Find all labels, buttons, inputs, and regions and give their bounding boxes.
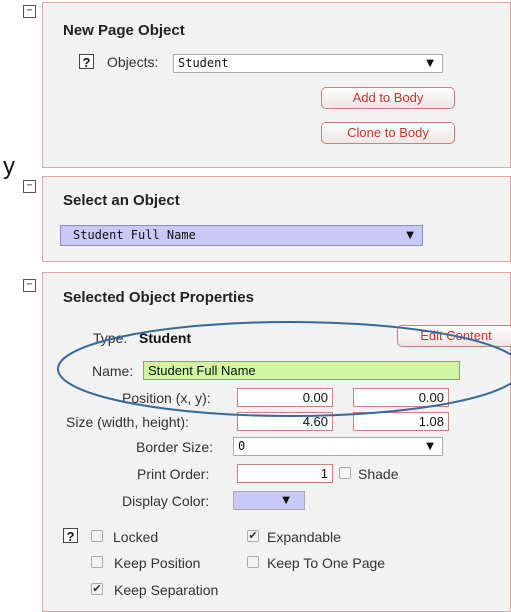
position-y-input[interactable]: 0.00 [353, 388, 449, 407]
border-size-value: 0 [238, 439, 246, 453]
print-order-label: Print Order: [137, 466, 210, 482]
keep-one-page-checkbox[interactable] [247, 556, 259, 568]
chevron-down-icon: ▼ [426, 58, 434, 69]
border-size-label: Border Size: [136, 439, 214, 455]
name-label: Name: [92, 363, 134, 379]
print-order-input[interactable]: 1 [237, 464, 333, 483]
new-page-object-panel: New Page Object ? Objects: Student ▼ Add… [42, 2, 511, 168]
properties-panel: Selected Object Properties Type: Student… [42, 272, 511, 612]
position-label: Position (x, y): [122, 390, 211, 406]
clone-to-body-button[interactable]: Clone to Body [321, 122, 455, 144]
help-icon[interactable]: ? [63, 528, 78, 544]
expandable-label: Expandable [267, 529, 341, 545]
display-color-select[interactable]: ▼ [233, 491, 305, 510]
panel-title: Select an Object [63, 192, 180, 209]
border-size-select[interactable]: 0 ▼ [233, 437, 443, 456]
collapse-new-page-object[interactable]: − [23, 5, 36, 18]
keep-separation-checkbox[interactable]: ✔ [91, 583, 103, 595]
locked-label: Locked [113, 529, 159, 545]
panel-title: New Page Object [63, 22, 185, 39]
collapse-select-object[interactable]: − [23, 180, 36, 193]
name-field[interactable]: Student Full Name [143, 361, 460, 380]
keep-position-label: Keep Position [114, 555, 201, 571]
object-select-value: Student Full Name [73, 228, 196, 242]
display-color-label: Display Color: [122, 493, 210, 509]
stray-text: y [3, 153, 15, 180]
chevron-down-icon: ▼ [406, 230, 414, 241]
objects-label: Objects: [107, 54, 159, 70]
help-icon[interactable]: ? [79, 54, 94, 70]
object-select[interactable]: Student Full Name ▼ [60, 225, 423, 246]
objects-select[interactable]: Student ▼ [173, 54, 443, 73]
keep-position-checkbox[interactable] [91, 556, 103, 568]
edit-content-button[interactable]: Edit Content [397, 325, 511, 347]
select-object-panel: Select an Object Student Full Name ▼ [42, 176, 511, 262]
shade-label: Shade [358, 466, 399, 482]
keep-separation-label: Keep Separation [114, 582, 219, 598]
shade-checkbox[interactable] [339, 467, 351, 479]
type-value: Student [139, 330, 192, 346]
keep-one-page-label: Keep To One Page [267, 555, 386, 571]
chevron-down-icon: ▼ [282, 495, 290, 506]
add-to-body-button[interactable]: Add to Body [321, 87, 455, 109]
collapse-properties[interactable]: − [23, 279, 36, 292]
height-input[interactable]: 1.08 [353, 412, 449, 431]
expandable-checkbox[interactable]: ✔ [247, 530, 259, 542]
size-label: Size (width, height): [66, 414, 189, 430]
type-label: Type: [93, 330, 128, 346]
objects-select-value: Student [178, 56, 229, 70]
position-x-input[interactable]: 0.00 [237, 388, 333, 407]
locked-checkbox[interactable] [91, 530, 103, 542]
chevron-down-icon: ▼ [426, 441, 434, 452]
panel-title: Selected Object Properties [63, 289, 254, 306]
width-input[interactable]: 4.60 [237, 412, 333, 431]
